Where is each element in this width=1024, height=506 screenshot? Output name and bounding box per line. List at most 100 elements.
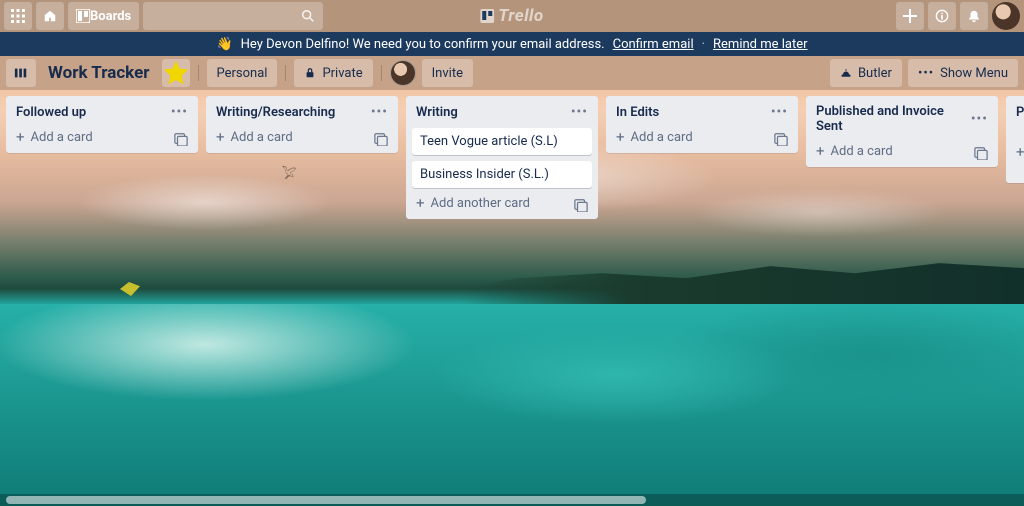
board-member-avatar[interactable] xyxy=(390,60,416,86)
list-header: Writing ••• xyxy=(412,102,592,122)
notifications-button[interactable] xyxy=(960,2,988,30)
list-footer: +Add a card xyxy=(12,128,192,147)
board-view-button[interactable] xyxy=(6,59,36,87)
list-header: Pa••• xyxy=(1012,102,1024,122)
apps-button[interactable] xyxy=(4,2,32,30)
trello-logo-icon xyxy=(480,9,494,23)
separator xyxy=(285,65,286,81)
list-header: Published and Invoice Sent••• xyxy=(812,102,992,136)
list: Followed up ••• +Add a card xyxy=(6,96,198,153)
ellipsis-icon: ••• xyxy=(771,104,788,120)
card-template-button[interactable] xyxy=(774,131,788,145)
top-nav-bar: Boards Trello xyxy=(0,0,1024,32)
list-footer: + Add another card xyxy=(412,194,592,213)
home-icon xyxy=(43,9,57,23)
card-template-button[interactable] xyxy=(574,197,588,211)
list: Writing/Researching ••• + Add a card xyxy=(206,96,398,153)
plus-icon xyxy=(903,9,917,23)
plus-icon: + xyxy=(416,196,425,211)
list-menu-button[interactable]: ••• xyxy=(771,104,788,120)
info-button[interactable] xyxy=(928,2,956,30)
list: Published and Invoice Sent••• +Add a card xyxy=(806,96,998,167)
team-button[interactable]: Personal xyxy=(207,59,278,87)
visibility-label: Private xyxy=(322,66,362,81)
list-header: Followed up ••• xyxy=(12,102,192,122)
add-card-label: Add a card xyxy=(831,144,893,159)
list-footer: +Add a card xyxy=(612,128,792,147)
trello-logo-text: Trello xyxy=(498,6,543,26)
add-card-button[interactable]: +Add a card xyxy=(16,130,93,145)
apps-grid-icon xyxy=(11,9,25,23)
bell-icon xyxy=(967,9,981,23)
show-menu-button[interactable]: ••• Show Menu xyxy=(908,59,1018,87)
card-template-button[interactable] xyxy=(974,145,988,159)
card[interactable]: Teen Vogue article (S.L) xyxy=(412,128,592,155)
search-icon xyxy=(301,9,315,23)
banner-wave-icon: 👋 xyxy=(216,37,232,52)
list: Pa••• +Add a card xyxy=(1006,96,1024,183)
list-title[interactable]: Writing xyxy=(416,105,458,120)
ellipsis-icon: ••• xyxy=(918,66,934,81)
search-input[interactable] xyxy=(143,2,323,30)
ellipsis-icon: ••• xyxy=(171,104,188,120)
boards-button-label: Boards xyxy=(90,9,131,24)
star-icon xyxy=(162,59,190,87)
butler-icon xyxy=(840,67,852,79)
add-card-button[interactable]: +Add a card xyxy=(1016,130,1024,175)
add-card-button[interactable]: +Add a card xyxy=(816,144,893,159)
list: In Edits ••• +Add a card xyxy=(606,96,798,153)
visibility-button[interactable]: Private xyxy=(294,59,372,87)
list-menu-button[interactable]: ••• xyxy=(371,104,388,120)
boards-button[interactable]: Boards xyxy=(68,2,139,30)
add-card-label: Add a card xyxy=(631,130,693,145)
butler-label: Butler xyxy=(858,66,892,81)
butler-button[interactable]: Butler xyxy=(830,59,902,87)
list-title[interactable]: In Edits xyxy=(616,105,659,120)
banner-separator: · xyxy=(702,37,705,52)
ellipsis-icon: ••• xyxy=(971,111,988,127)
user-avatar[interactable] xyxy=(992,2,1020,30)
scrollbar-thumb[interactable] xyxy=(6,496,646,504)
trello-logo[interactable]: Trello xyxy=(480,6,543,26)
star-board-button[interactable] xyxy=(162,59,190,87)
horizontal-scrollbar[interactable] xyxy=(0,494,1024,506)
card[interactable]: Business Insider (S.L.) xyxy=(412,161,592,188)
add-card-label: Add a card xyxy=(31,130,93,145)
card-template-button[interactable] xyxy=(174,131,188,145)
plus-icon: + xyxy=(216,130,225,145)
invite-button[interactable]: Invite xyxy=(422,59,473,87)
list-footer: +Add a card xyxy=(1012,128,1024,177)
add-another-card-button[interactable]: + Add another card xyxy=(416,196,530,211)
remind-later-link[interactable]: Remind me later xyxy=(713,37,808,52)
ellipsis-icon: ••• xyxy=(571,104,588,120)
list-title[interactable]: Writing/Researching xyxy=(216,105,335,120)
list-menu-button[interactable]: ••• xyxy=(571,104,588,120)
show-menu-label: Show Menu xyxy=(940,66,1008,81)
board-header: Work Tracker Personal Private Invite But… xyxy=(0,56,1024,90)
home-button[interactable] xyxy=(36,2,64,30)
list-footer: +Add a card xyxy=(812,142,992,161)
add-card-button[interactable]: + Add a card xyxy=(216,130,293,145)
list-menu-button[interactable]: ••• xyxy=(971,111,988,127)
add-card-label: Add another card xyxy=(431,196,530,211)
separator xyxy=(381,65,382,81)
list-header: Writing/Researching ••• xyxy=(212,102,392,122)
add-card-label: Add a card xyxy=(231,130,293,145)
list-title[interactable]: Pa xyxy=(1016,105,1024,120)
list-title[interactable]: Followed up xyxy=(16,105,86,120)
team-label: Personal xyxy=(217,66,268,81)
board-title[interactable]: Work Tracker xyxy=(42,63,156,83)
board-view-icon xyxy=(14,66,28,80)
separator xyxy=(198,65,199,81)
list-title[interactable]: Published and Invoice Sent xyxy=(816,104,971,134)
background-kite xyxy=(120,282,140,296)
confirm-email-link[interactable]: Confirm email xyxy=(613,37,694,52)
create-button[interactable] xyxy=(896,2,924,30)
board-canvas[interactable]: Followed up•••+Add a cardWriting/Researc… xyxy=(0,90,1024,219)
card-template-button[interactable] xyxy=(374,131,388,145)
boards-icon xyxy=(76,9,90,23)
list: Writing ••• Teen Vogue article (S.L) Busine… xyxy=(406,96,598,219)
list-menu-button[interactable]: ••• xyxy=(171,104,188,120)
info-icon xyxy=(935,9,949,23)
add-card-button[interactable]: +Add a card xyxy=(616,130,693,145)
